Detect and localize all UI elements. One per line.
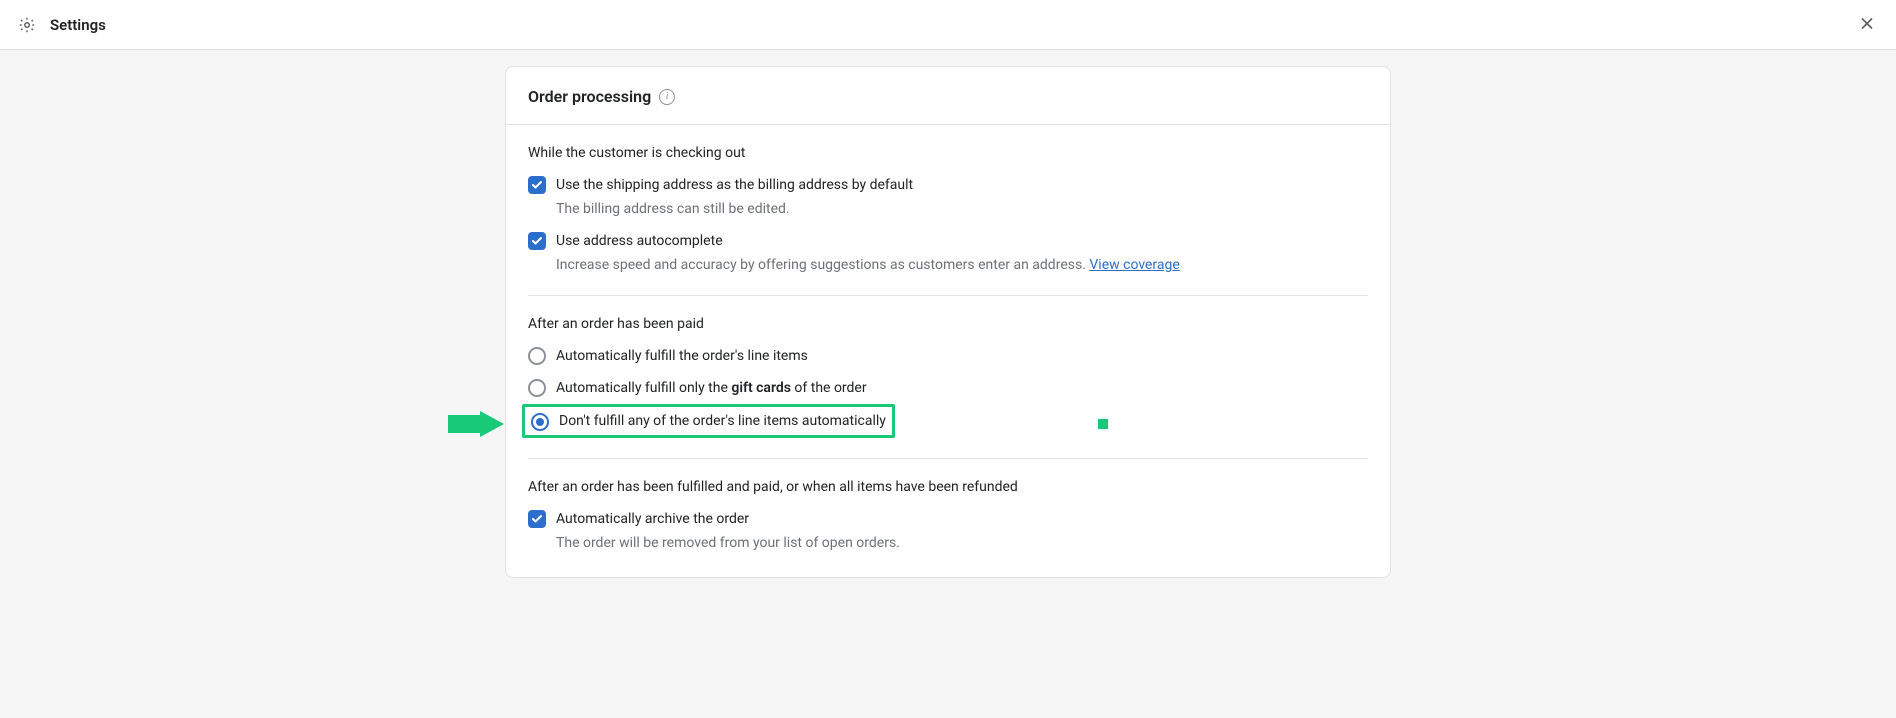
option-auto-fulfill-all: Automatically fulfill the order's line i… (528, 346, 1368, 366)
option-desc: The billing address can still be edited. (556, 199, 1368, 219)
order-processing-card: Order processing i While the customer is… (505, 66, 1391, 578)
section-heading: While the customer is checking out (528, 145, 1368, 161)
radio[interactable] (531, 413, 549, 431)
annotation-dot (1098, 419, 1108, 429)
info-icon[interactable]: i (659, 89, 675, 105)
option-auto-fulfill-gift-cards: Automatically fulfill only the gift card… (528, 378, 1368, 398)
topbar: Settings (0, 0, 1896, 50)
option-desc: The order will be removed from your list… (556, 533, 1368, 553)
option-dont-fulfill: Don't fulfill any of the order's line it… (528, 410, 1368, 438)
card-title: Order processing (528, 87, 651, 106)
divider (528, 458, 1368, 459)
option-label: Automatically archive the order (556, 509, 1368, 529)
option-label: Automatically fulfill only the gift card… (556, 378, 1368, 398)
option-label: Use the shipping address as the billing … (556, 175, 1368, 195)
option-label: Use address autocomplete (556, 231, 1368, 251)
section-heading: After an order has been paid (528, 316, 1368, 332)
radio[interactable] (528, 347, 546, 365)
option-auto-archive: Automatically archive the order The orde… (528, 509, 1368, 553)
section-after-paid: After an order has been paid Automatical… (506, 316, 1390, 438)
section-heading: After an order has been fulfilled and pa… (528, 479, 1368, 495)
content: Order processing i While the customer is… (0, 50, 1896, 618)
page-title: Settings (50, 16, 106, 34)
gear-icon (18, 16, 36, 34)
checkbox[interactable] (528, 232, 546, 250)
radio[interactable] (528, 379, 546, 397)
card-header: Order processing i (506, 67, 1390, 124)
checkbox[interactable] (528, 510, 546, 528)
option-label: Automatically fulfill the order's line i… (556, 346, 1368, 366)
close-icon[interactable] (1856, 10, 1878, 39)
option-shipping-as-billing: Use the shipping address as the billing … (528, 175, 1368, 219)
view-coverage-link[interactable]: View coverage (1089, 257, 1179, 273)
section-after-fulfilled: After an order has been fulfilled and pa… (506, 479, 1390, 577)
divider (528, 295, 1368, 296)
option-label: Don't fulfill any of the order's line it… (559, 411, 886, 431)
option-address-autocomplete: Use address autocomplete Increase speed … (528, 231, 1368, 275)
annotation-highlight: Don't fulfill any of the order's line it… (522, 404, 895, 438)
checkbox[interactable] (528, 176, 546, 194)
option-desc: Increase speed and accuracy by offering … (556, 255, 1368, 275)
annotation-arrow-icon (448, 411, 504, 437)
section-checkout: While the customer is checking out Use t… (506, 125, 1390, 275)
